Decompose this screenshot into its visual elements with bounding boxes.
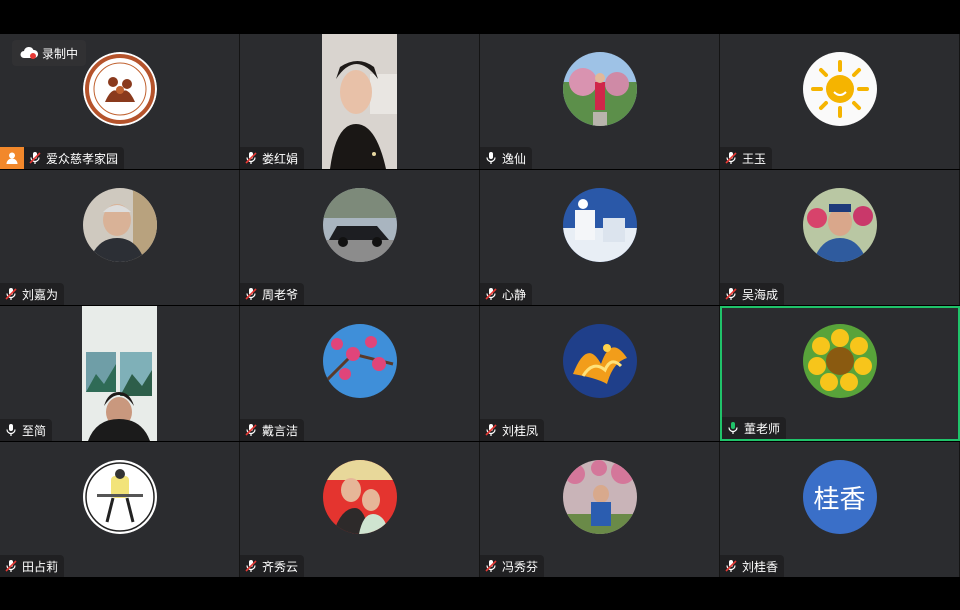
participant-name: 心静 bbox=[502, 287, 527, 302]
participant-avatar bbox=[322, 324, 397, 398]
participant-name-bar: 戴言洁 bbox=[240, 419, 305, 441]
host-badge bbox=[0, 147, 24, 169]
participant-name: 齐秀云 bbox=[262, 559, 299, 574]
participant-tile[interactable]: 吴海成 bbox=[720, 170, 960, 305]
participant-name: 至简 bbox=[22, 423, 47, 438]
participant-name-bar: 娄红娟 bbox=[240, 147, 305, 169]
recording-indicator[interactable]: 录制中 bbox=[12, 40, 87, 66]
participant-name-bar: 冯秀芬 bbox=[480, 555, 545, 577]
participant-avatar bbox=[562, 52, 637, 126]
participant-tile[interactable]: 冯秀芬 bbox=[480, 442, 720, 577]
mic-muted-icon bbox=[725, 288, 737, 300]
participant-name: 冯秀芬 bbox=[502, 559, 539, 574]
participant-avatar bbox=[322, 188, 397, 262]
participant-name-bar: 田占莉 bbox=[0, 555, 65, 577]
participant-name-bar: 王玉 bbox=[720, 147, 773, 169]
participant-name-bar: 吴海成 bbox=[720, 283, 785, 305]
participant-name: 戴言洁 bbox=[262, 423, 299, 438]
participant-name-bar: 心静 bbox=[480, 283, 533, 305]
participant-avatar bbox=[82, 188, 157, 262]
cloud-record-icon bbox=[20, 46, 38, 59]
participant-name-bar: 齐秀云 bbox=[240, 555, 305, 577]
participant-tile[interactable]: 心静 bbox=[480, 170, 720, 305]
mic-muted-icon bbox=[485, 424, 497, 436]
participant-tile[interactable]: 娄红娟 bbox=[240, 34, 480, 169]
participant-name: 田占莉 bbox=[22, 559, 59, 574]
participant-avatar bbox=[322, 460, 397, 534]
participant-name: 逸仙 bbox=[502, 151, 527, 166]
participant-tile[interactable]: 周老爷 bbox=[240, 170, 480, 305]
mic-muted-icon bbox=[485, 288, 497, 300]
mic-muted-icon bbox=[245, 424, 257, 436]
recording-label: 录制中 bbox=[42, 46, 79, 61]
participant-tile[interactable]: 刘桂凤 bbox=[480, 306, 720, 441]
participant-tile[interactable]: 逸仙 bbox=[480, 34, 720, 169]
org-logo-icon bbox=[82, 52, 157, 126]
participant-tile[interactable]: 桂香 刘桂香 bbox=[720, 442, 960, 577]
participant-name: 爱众慈孝家园 bbox=[46, 151, 119, 166]
participant-name-bar: 至简 bbox=[0, 419, 53, 441]
participant-text-avatar: 桂香 bbox=[802, 460, 877, 534]
participant-name-bar: 刘桂香 bbox=[720, 555, 785, 577]
participant-name: 周老爷 bbox=[262, 287, 299, 302]
participant-tile[interactable]: 齐秀云 bbox=[240, 442, 480, 577]
mic-muted-icon bbox=[5, 288, 17, 300]
participant-avatar bbox=[803, 324, 877, 398]
participant-tile[interactable]: 田占莉 bbox=[0, 442, 240, 577]
participant-name: 王玉 bbox=[742, 151, 767, 166]
participant-name-bar: 爱众慈孝家园 bbox=[24, 147, 125, 169]
participant-tile[interactable]: 王玉 bbox=[720, 34, 960, 169]
participant-name-bar: 刘桂凤 bbox=[480, 419, 545, 441]
participant-name-bar: 董老师 bbox=[722, 417, 787, 439]
participant-avatar bbox=[802, 52, 877, 126]
mic-muted-icon bbox=[245, 152, 257, 164]
mic-muted-icon bbox=[725, 152, 737, 164]
participant-grid: 爱众慈孝家园 娄红娟 逸仙 王玉 刘嘉为 周老爷 心静 吴海成 至简 戴言洁 刘… bbox=[0, 34, 960, 577]
mic-icon bbox=[486, 152, 496, 164]
participant-tile[interactable]: 戴言洁 bbox=[240, 306, 480, 441]
mic-icon bbox=[6, 424, 16, 436]
participant-name: 董老师 bbox=[744, 421, 781, 436]
participant-tile[interactable]: 刘嘉为 bbox=[0, 170, 240, 305]
participant-avatar bbox=[562, 324, 637, 398]
participant-avatar bbox=[562, 188, 637, 262]
participant-name: 刘嘉为 bbox=[22, 287, 59, 302]
participant-avatar bbox=[562, 460, 637, 534]
mic-muted-icon bbox=[725, 560, 737, 572]
host-user-icon bbox=[6, 152, 18, 164]
participant-tile[interactable]: 至简 bbox=[0, 306, 240, 441]
participant-name-bar: 刘嘉为 bbox=[0, 283, 65, 305]
participant-video bbox=[82, 306, 157, 441]
mic-muted-icon bbox=[5, 560, 17, 572]
participant-name-bar: 周老爷 bbox=[240, 283, 305, 305]
mic-muted-icon bbox=[245, 288, 257, 300]
participant-name: 刘桂香 bbox=[742, 559, 779, 574]
mic-muted-icon bbox=[29, 152, 41, 164]
participant-avatar bbox=[82, 52, 157, 126]
participant-name-bar: 逸仙 bbox=[480, 147, 533, 169]
mic-muted-icon bbox=[485, 560, 497, 572]
participant-name: 娄红娟 bbox=[262, 151, 299, 166]
participant-avatar bbox=[82, 460, 157, 534]
participant-name: 刘桂凤 bbox=[502, 423, 539, 438]
participant-avatar bbox=[802, 188, 877, 262]
mic-speaking-icon bbox=[728, 422, 738, 434]
participant-name: 吴海成 bbox=[742, 287, 779, 302]
mic-muted-icon bbox=[245, 560, 257, 572]
participant-video bbox=[322, 34, 397, 169]
participant-tile-active-speaker[interactable]: 董老师 bbox=[720, 306, 960, 441]
